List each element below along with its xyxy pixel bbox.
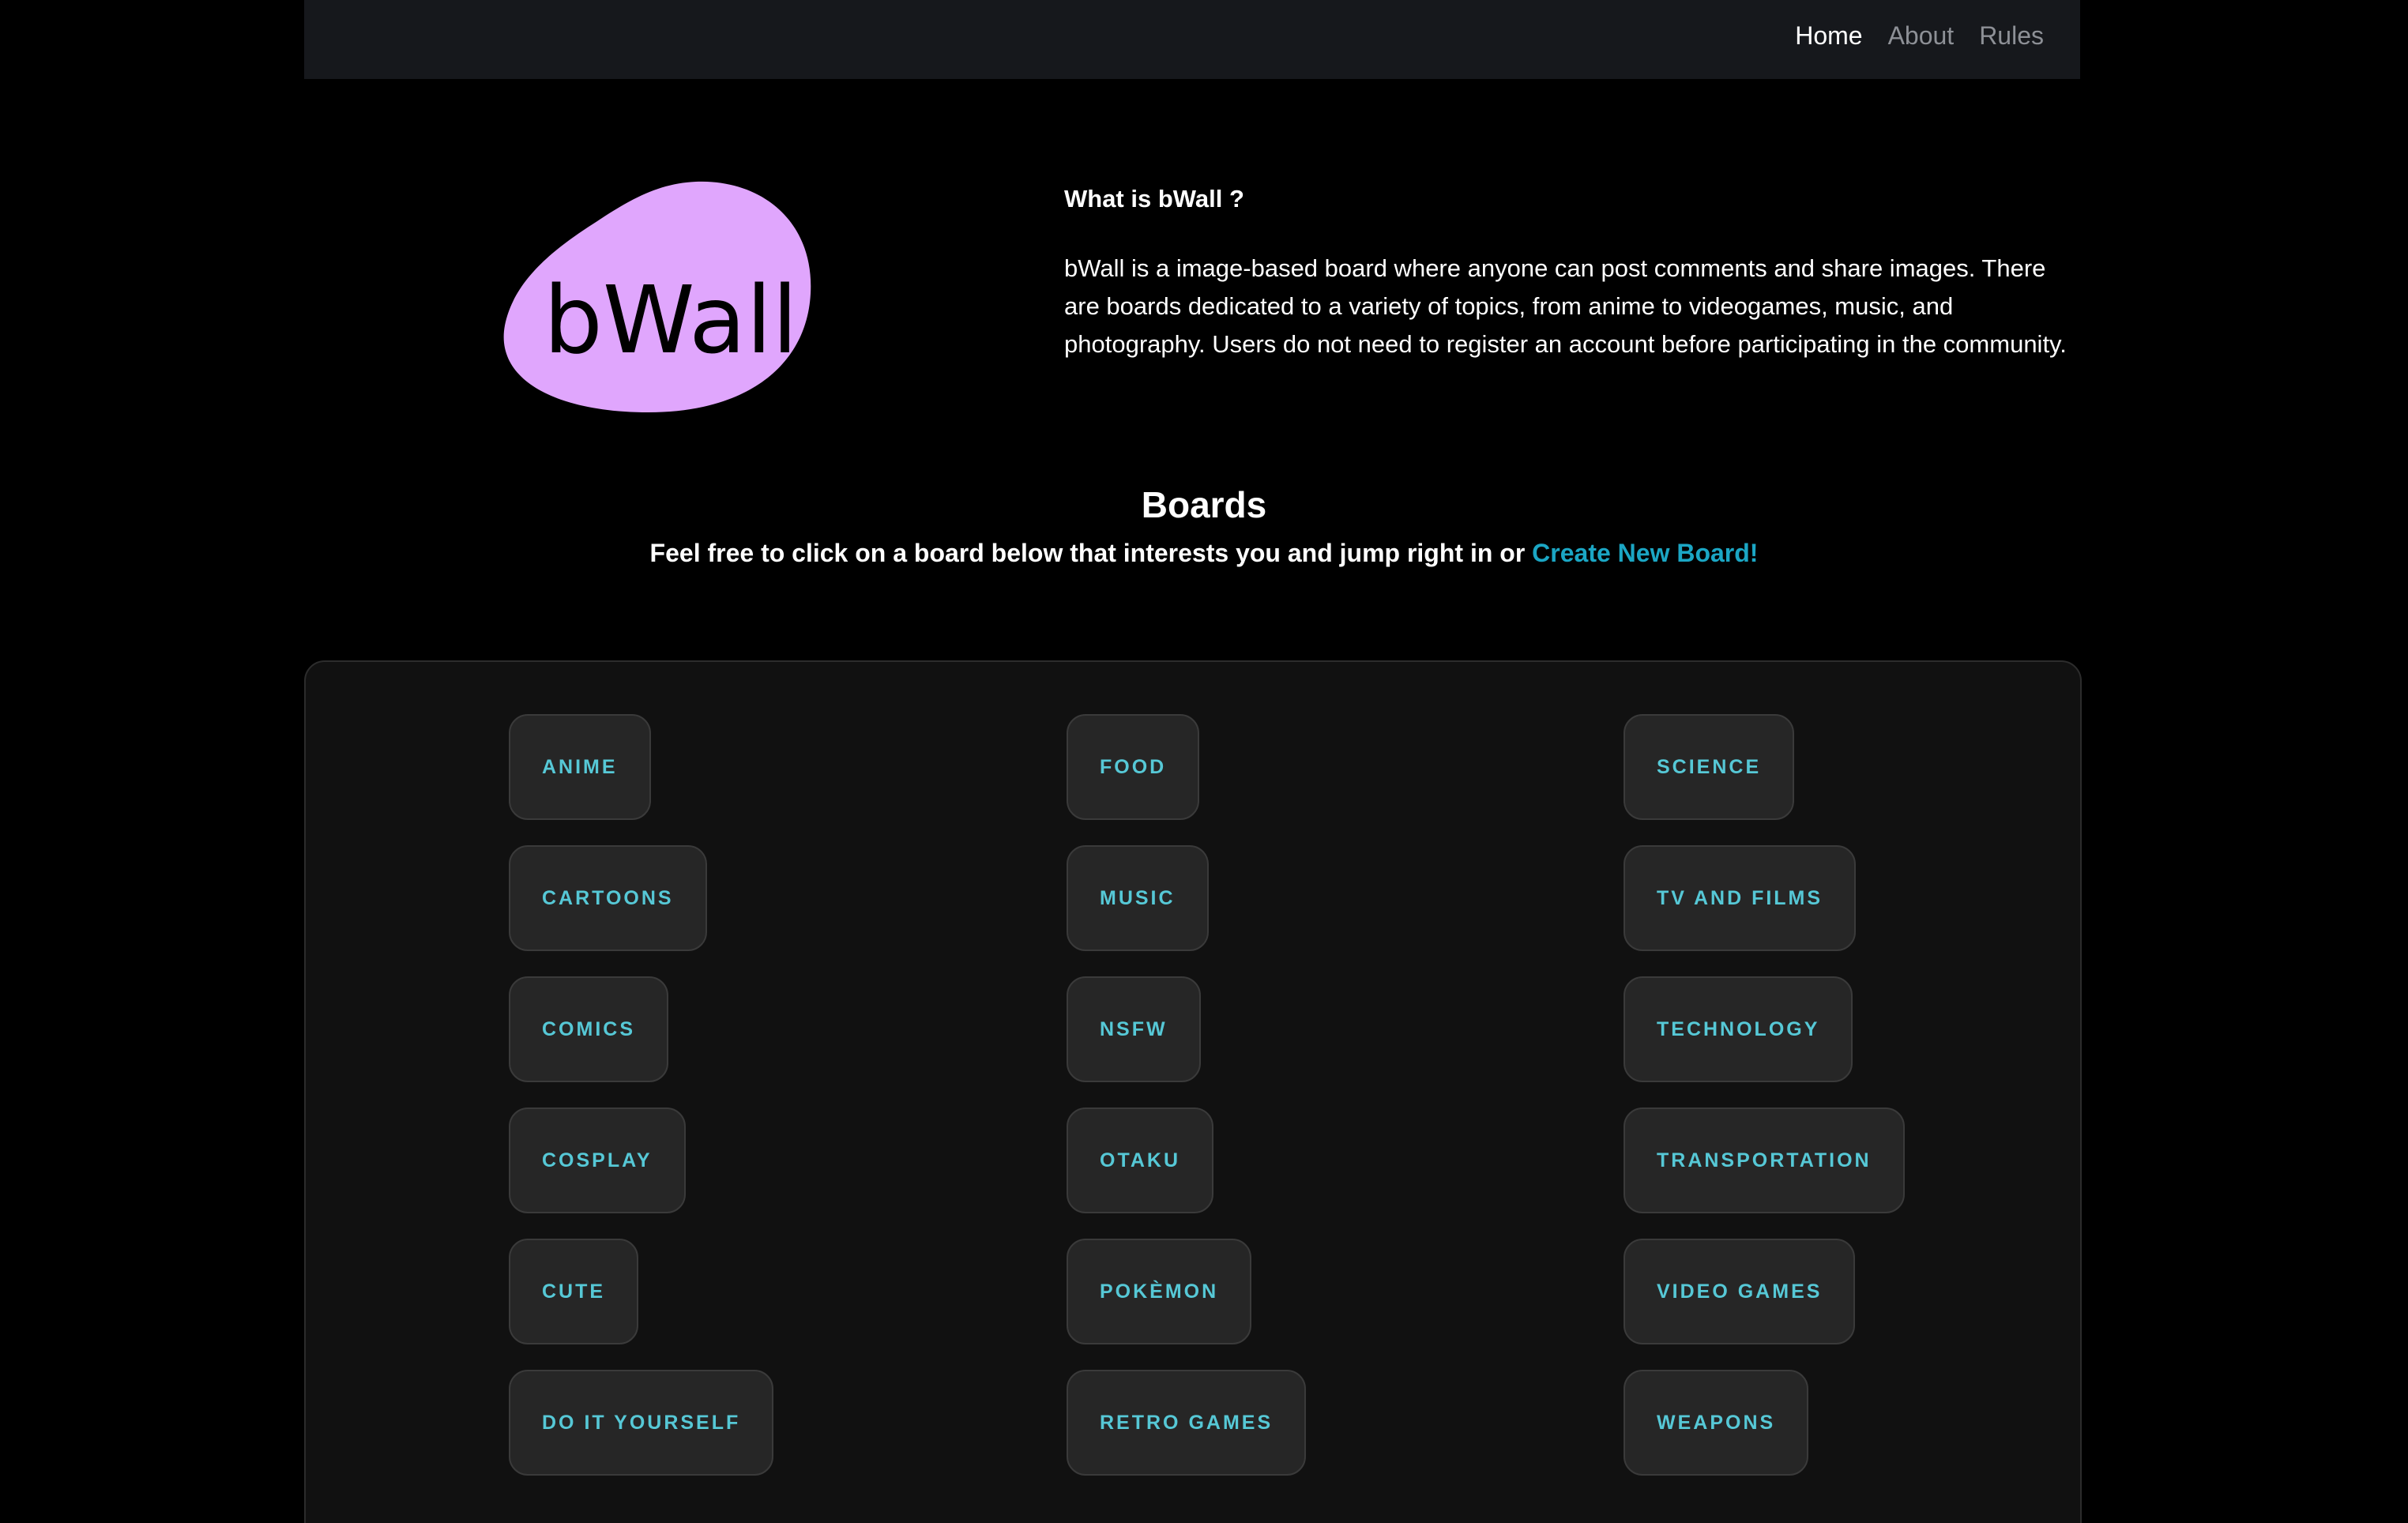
board-button-pokemon[interactable]: POKÈMON	[1067, 1239, 1252, 1344]
board-button-tv-and-films[interactable]: TV AND FILMS	[1624, 845, 1857, 951]
board-button-technology[interactable]: TECHNOLOGY	[1624, 976, 1853, 1082]
navbar: Home About Rules	[304, 0, 2080, 79]
board-button-otaku[interactable]: OTAKU	[1067, 1107, 1214, 1213]
nav-about-link[interactable]: About	[1888, 21, 1955, 51]
nav-rules-link[interactable]: Rules	[1979, 21, 2044, 51]
board-button-science[interactable]: SCIENCE	[1624, 714, 1795, 820]
board-button-video-games[interactable]: VIDEO GAMES	[1624, 1239, 1856, 1344]
board-button-cartoons[interactable]: CARTOONS	[509, 845, 707, 951]
page: Home About Rules bWall What is bWall ? b…	[0, 0, 2408, 1523]
boards-subtitle: Feel free to click on a board below that…	[0, 539, 2408, 568]
about-title: What is bWall ?	[1064, 185, 1244, 212]
boards-panel: ANIME CARTOONS COMICS COSPLAY CUTE DO IT…	[304, 660, 2082, 1523]
boards-column-3: SCIENCE TV AND FILMS TECHNOLOGY TRANSPOR…	[1624, 714, 1905, 1476]
nav-home-link[interactable]: Home	[1795, 21, 1862, 51]
board-button-cosplay[interactable]: COSPLAY	[509, 1107, 686, 1213]
logo-text: bWall	[544, 265, 798, 374]
bwall-logo: bWall	[502, 175, 818, 420]
board-button-cute[interactable]: CUTE	[509, 1239, 639, 1344]
board-button-food[interactable]: FOOD	[1067, 714, 1200, 820]
board-button-transportation[interactable]: TRANSPORTATION	[1624, 1107, 1905, 1213]
about-section: What is bWall ? bWall is a image-based b…	[1064, 180, 2083, 363]
board-button-retro-games[interactable]: RETRO GAMES	[1067, 1370, 1307, 1476]
board-button-do-it-yourself[interactable]: DO IT YOURSELF	[509, 1370, 774, 1476]
boards-subtitle-text: Feel free to click on a board below that…	[649, 539, 1526, 567]
board-button-comics[interactable]: COMICS	[509, 976, 668, 1082]
board-button-weapons[interactable]: WEAPONS	[1624, 1370, 1809, 1476]
board-button-nsfw[interactable]: NSFW	[1067, 976, 1201, 1082]
about-text: bWall is a image-based board where anyon…	[1064, 254, 2067, 358]
logo-blob-icon: bWall	[503, 181, 811, 412]
board-button-anime[interactable]: ANIME	[509, 714, 651, 820]
create-new-board-link[interactable]: Create New Board!	[1532, 539, 1758, 567]
board-button-music[interactable]: MUSIC	[1067, 845, 1209, 951]
nav-links: Home About Rules	[1795, 0, 2044, 71]
boards-column-2: FOOD MUSIC NSFW OTAKU POKÈMON RETRO GAME…	[1067, 714, 1307, 1476]
boards-column-1: ANIME CARTOONS COMICS COSPLAY CUTE DO IT…	[509, 714, 774, 1476]
boards-heading: Boards	[1141, 484, 1267, 525]
